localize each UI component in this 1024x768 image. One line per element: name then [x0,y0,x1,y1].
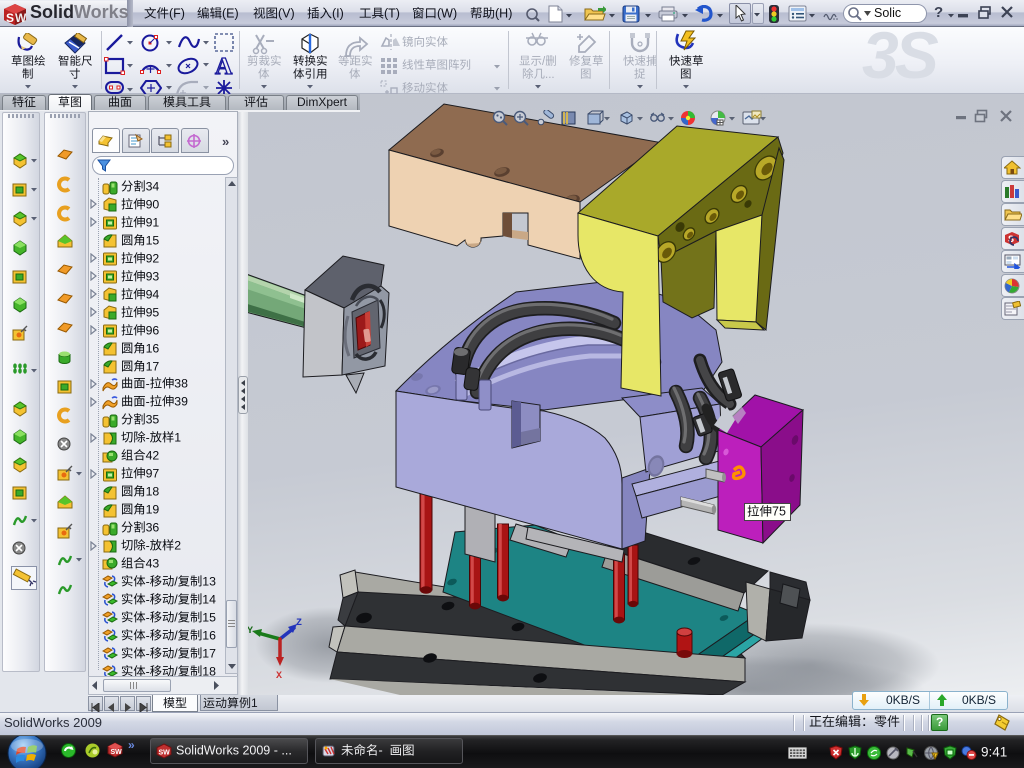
svg-text:94: 94 [146,287,160,301]
svg-text:SW: SW [159,750,171,757]
svg-text:-: - [146,377,150,391]
svg-text:(T): (T) [384,7,400,21]
svg-text:-: - [146,539,150,553]
svg-text:SolidWorks 2009: SolidWorks 2009 [4,715,102,730]
svg-text:-: - [379,744,383,758]
svg-text:39: 39 [174,395,188,409]
svg-text:-: - [146,610,150,624]
svg-text:1: 1 [174,431,181,445]
svg-text:-: - [146,395,150,409]
svg-text:15: 15 [202,610,216,624]
svg-text:0KB/S: 0KB/S [962,693,996,707]
svg-text:75: 75 [772,505,786,519]
svg-text:9:41: 9:41 [981,745,1007,760]
svg-text:17: 17 [202,646,216,660]
svg-text:96: 96 [146,323,160,337]
svg-text:A: A [215,54,233,79]
svg-text:-: - [146,592,150,606]
svg-text:16: 16 [146,341,160,355]
svg-text:1: 1 [251,696,258,710]
svg-text:/: / [174,574,178,588]
svg-text:35: 35 [146,413,160,427]
svg-text:95: 95 [146,305,160,319]
svg-text:Z: Z [296,618,302,629]
svg-text:-: - [146,431,150,445]
svg-text:/: / [174,592,178,606]
svg-text:19: 19 [146,503,160,517]
svg-text:17: 17 [146,359,160,373]
svg-text:18: 18 [146,485,160,499]
svg-text:!: ! [934,754,935,760]
svg-text:/: / [542,56,546,68]
svg-text:13: 13 [202,574,216,588]
svg-text:(H): (H) [495,7,512,21]
svg-text:SolidWorks 2009 - ...: SolidWorks 2009 - ... [176,744,292,758]
svg-text:93: 93 [146,269,160,283]
svg-text:38: 38 [174,377,188,391]
svg-text:X: X [276,671,282,682]
svg-text:SW: SW [111,749,123,756]
svg-text:43: 43 [146,556,160,570]
svg-text:42: 42 [146,449,160,463]
svg-text:2: 2 [174,539,181,553]
svg-text:DimXpert: DimXpert [297,95,348,109]
svg-text:97: 97 [146,467,160,481]
svg-text:(I): (I) [332,7,344,21]
svg-text:(E): (E) [222,7,239,21]
svg-text:/: / [174,646,178,660]
svg-text:91: 91 [146,215,160,229]
svg-text:-: - [146,574,150,588]
svg-text:(F): (F) [169,7,185,21]
svg-text:...: ... [545,69,555,81]
svg-text:0KB/S: 0KB/S [886,693,920,707]
svg-text:16: 16 [202,628,216,642]
svg-text:14: 14 [202,592,216,606]
svg-text:/: / [174,628,178,642]
svg-text:/: / [174,610,178,624]
svg-text:34: 34 [146,180,160,194]
svg-text:90: 90 [146,197,160,211]
svg-text:W: W [15,11,27,25]
svg-text:(V): (V) [278,7,295,21]
svg-text:(W): (W) [437,7,457,21]
svg-text:-: - [146,628,150,642]
svg-text:15: 15 [146,233,160,247]
svg-text:36: 36 [146,521,160,535]
svg-text:-: - [146,646,150,660]
svg-text:S: S [6,11,14,25]
svg-text:92: 92 [146,251,160,265]
